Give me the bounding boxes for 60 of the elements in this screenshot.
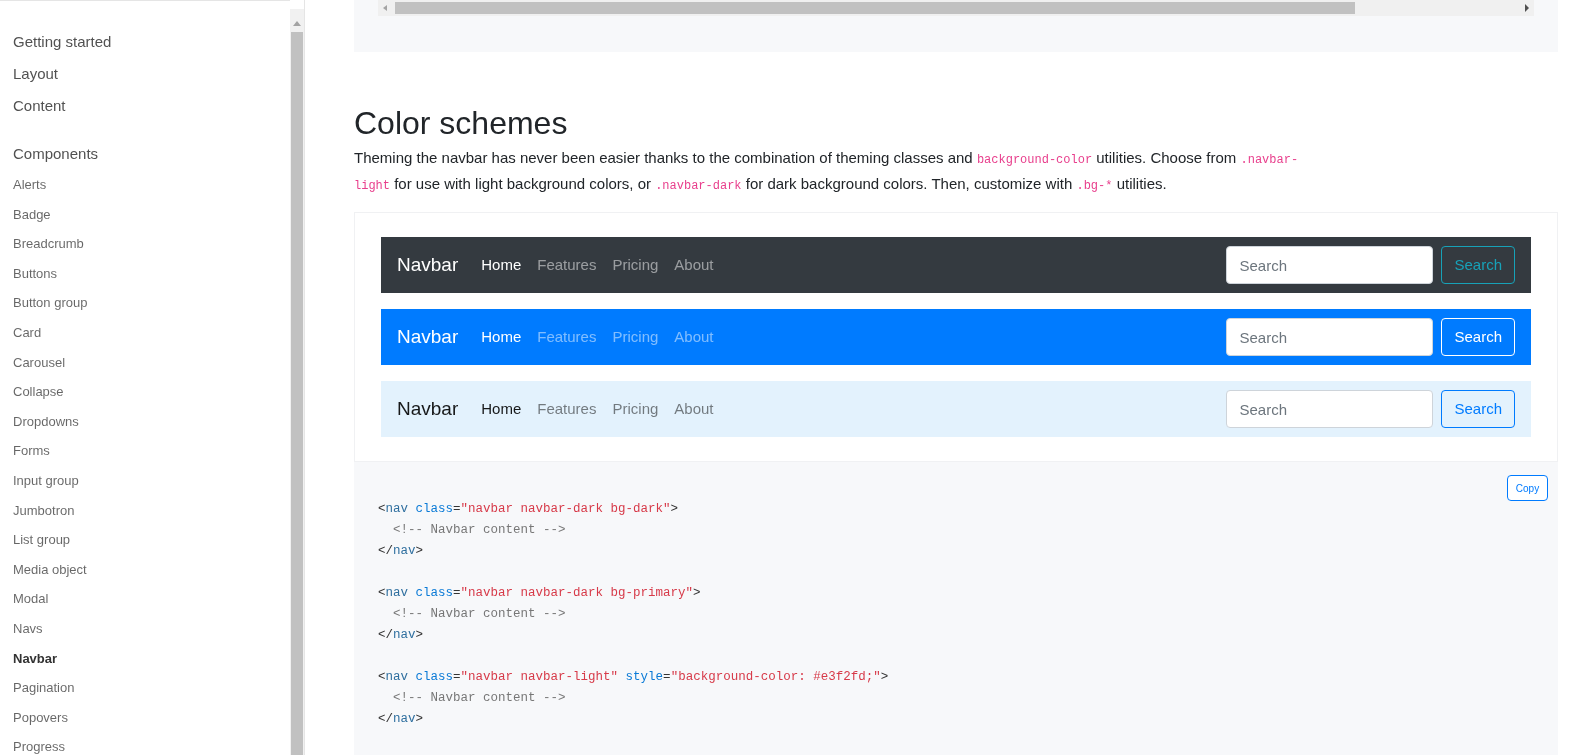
sidebar-item[interactable]: Card [0, 317, 290, 348]
search-button[interactable]: Search [1441, 246, 1515, 284]
section-heading: Color schemes [354, 104, 569, 142]
nav-link[interactable]: Home [481, 397, 522, 421]
sidebar-item[interactable]: Alerts [0, 170, 290, 200]
sidebar-item[interactable]: Navs [0, 613, 290, 644]
scroll-right-icon[interactable] [1525, 4, 1529, 12]
scrollbar-thumb[interactable] [291, 32, 303, 755]
nav-link[interactable]: Features [537, 253, 597, 277]
horizontal-scrollbar[interactable] [378, 0, 1534, 16]
sidebar-item[interactable]: Media object [0, 554, 290, 585]
code-line: <!-- Navbar content --> [392, 607, 566, 621]
sidebar-section-link[interactable]: Getting started [0, 26, 290, 58]
search-button[interactable]: Search [1441, 390, 1515, 428]
navbar-brand[interactable]: Navbar [397, 322, 459, 352]
sidebar-item[interactable]: Forms [0, 436, 290, 466]
copy-button[interactable]: Copy [1507, 475, 1548, 501]
code-line: <!-- Navbar content --> [392, 691, 566, 705]
search-field[interactable]: Search [1226, 246, 1434, 284]
sidebar-item[interactable]: Jumbotron [0, 495, 290, 526]
search-field[interactable]: Search [1226, 318, 1434, 356]
sidebar-item[interactable]: Dropdowns [0, 406, 290, 437]
scroll-left-icon[interactable] [383, 5, 387, 11]
navbar-brand[interactable]: Navbar [397, 250, 459, 280]
nav-link[interactable]: Home [481, 325, 522, 349]
sidebar-item[interactable]: Badge [0, 199, 290, 230]
sidebar-item[interactable]: Navbar [0, 643, 290, 674]
sidebar-item[interactable]: Carousel [0, 347, 290, 378]
code-line: <nav class="navbar navbar-dark bg-dark"> [378, 502, 679, 516]
nav-link[interactable]: Home [481, 253, 522, 277]
sidebar-item[interactable]: Breadcrumb [0, 229, 290, 259]
code-line: <nav class="navbar navbar-light" style="background-color: #e3f2fd;"> [378, 670, 889, 684]
nav-link[interactable]: About [674, 253, 714, 277]
navbar-brand[interactable]: Navbar [397, 394, 459, 424]
search-button[interactable]: Search [1441, 318, 1515, 356]
sidebar-item[interactable]: List group [0, 525, 290, 555]
code-line: </nav> [378, 712, 424, 726]
section-paragraph: Theming the navbar has never been easier thanks to the combination of theming classes and background-color utilities. Choose from .navbar-light for use with light background colors, or .navbar-dark for dark background colors. Then, customize with .bg-* utilities. [354, 148, 1300, 195]
code-line: </nav> [378, 544, 424, 558]
sidebar-item[interactable]: Progress [0, 732, 290, 755]
sidebar-section-link[interactable]: Layout [0, 58, 290, 90]
sidebar-section-link[interactable]: Content [0, 90, 290, 122]
nav-link[interactable]: About [674, 397, 714, 421]
sidebar-item[interactable]: Buttons [0, 258, 290, 289]
scrollbar-thumb[interactable] [395, 2, 1355, 14]
sidebar-scrollbar[interactable] [290, 9, 304, 755]
sidebar-item[interactable]: Popovers [0, 702, 290, 733]
search-field[interactable]: Search [1226, 390, 1434, 428]
nav-link[interactable]: Pricing [612, 397, 659, 421]
sidebar-item[interactable]: Pagination [0, 673, 290, 703]
code-line: </nav> [378, 628, 424, 642]
sidebar-item[interactable]: Button group [0, 288, 290, 318]
nav-link[interactable]: Pricing [612, 253, 659, 277]
code-line: <!-- Navbar content --> [392, 523, 566, 537]
sidebar-section-link[interactable]: Components [0, 138, 290, 170]
sidebar-item[interactable]: Modal [0, 584, 290, 614]
sidebar-item[interactable]: Collapse [0, 377, 290, 407]
code-line: <nav class="navbar navbar-dark bg-primary"> [378, 586, 701, 600]
nav-link[interactable]: Features [537, 397, 597, 421]
sidebar-item[interactable]: Input group [0, 465, 290, 496]
